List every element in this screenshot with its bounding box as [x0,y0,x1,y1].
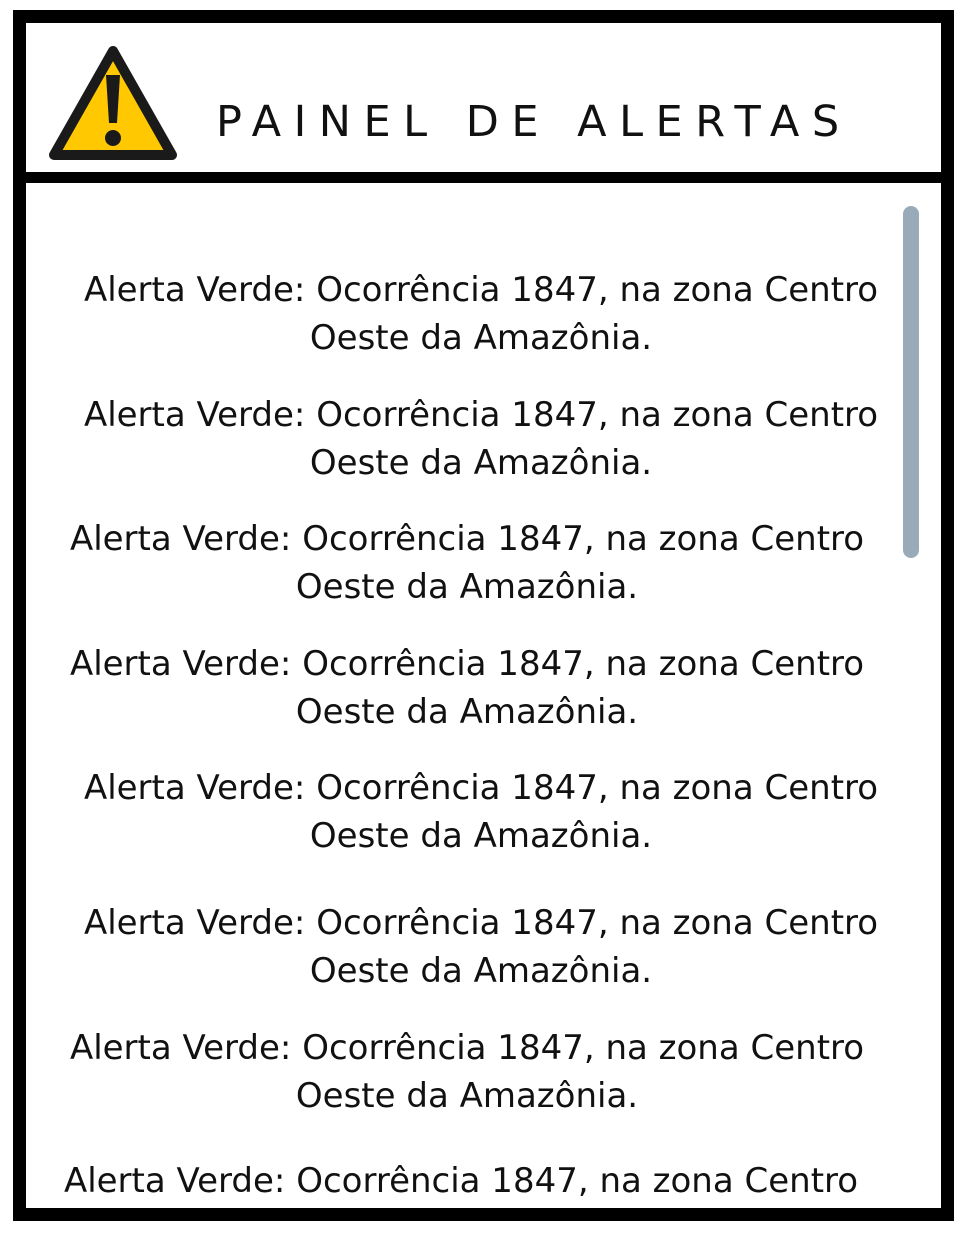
alert-item: Alerta Verde: Ocorrência 1847, na zona C… [69,644,865,732]
warning-icon [49,46,177,160]
panel-title: PAINEL DE ALERTAS [216,97,852,147]
alert-item: Alerta Verde: Ocorrência 1847, na zona C… [69,1028,865,1116]
alert-item: Alerta Verde: Ocorrência 1847, na zona C… [83,395,879,483]
panel-header: PAINEL DE ALERTAS [26,23,941,183]
alert-item: Alerta Verde: Ocorrência 1847, na zona C… [83,270,879,358]
alerts-list[interactable]: Alerta Verde: Ocorrência 1847, na zona C… [26,194,941,1208]
alert-item: Alerta Verde: Ocorrência 1847, na zona C… [83,768,879,856]
alert-item: Alerta Verde: Ocorrência 1847, na zona C… [63,1161,859,1201]
alert-panel: PAINEL DE ALERTAS Alerta Verde: Ocorrênc… [13,10,954,1221]
scrollbar-thumb[interactable] [903,206,919,558]
alert-item: Alerta Verde: Ocorrência 1847, na zona C… [69,519,865,607]
alert-item: Alerta Verde: Ocorrência 1847, na zona C… [83,903,879,991]
